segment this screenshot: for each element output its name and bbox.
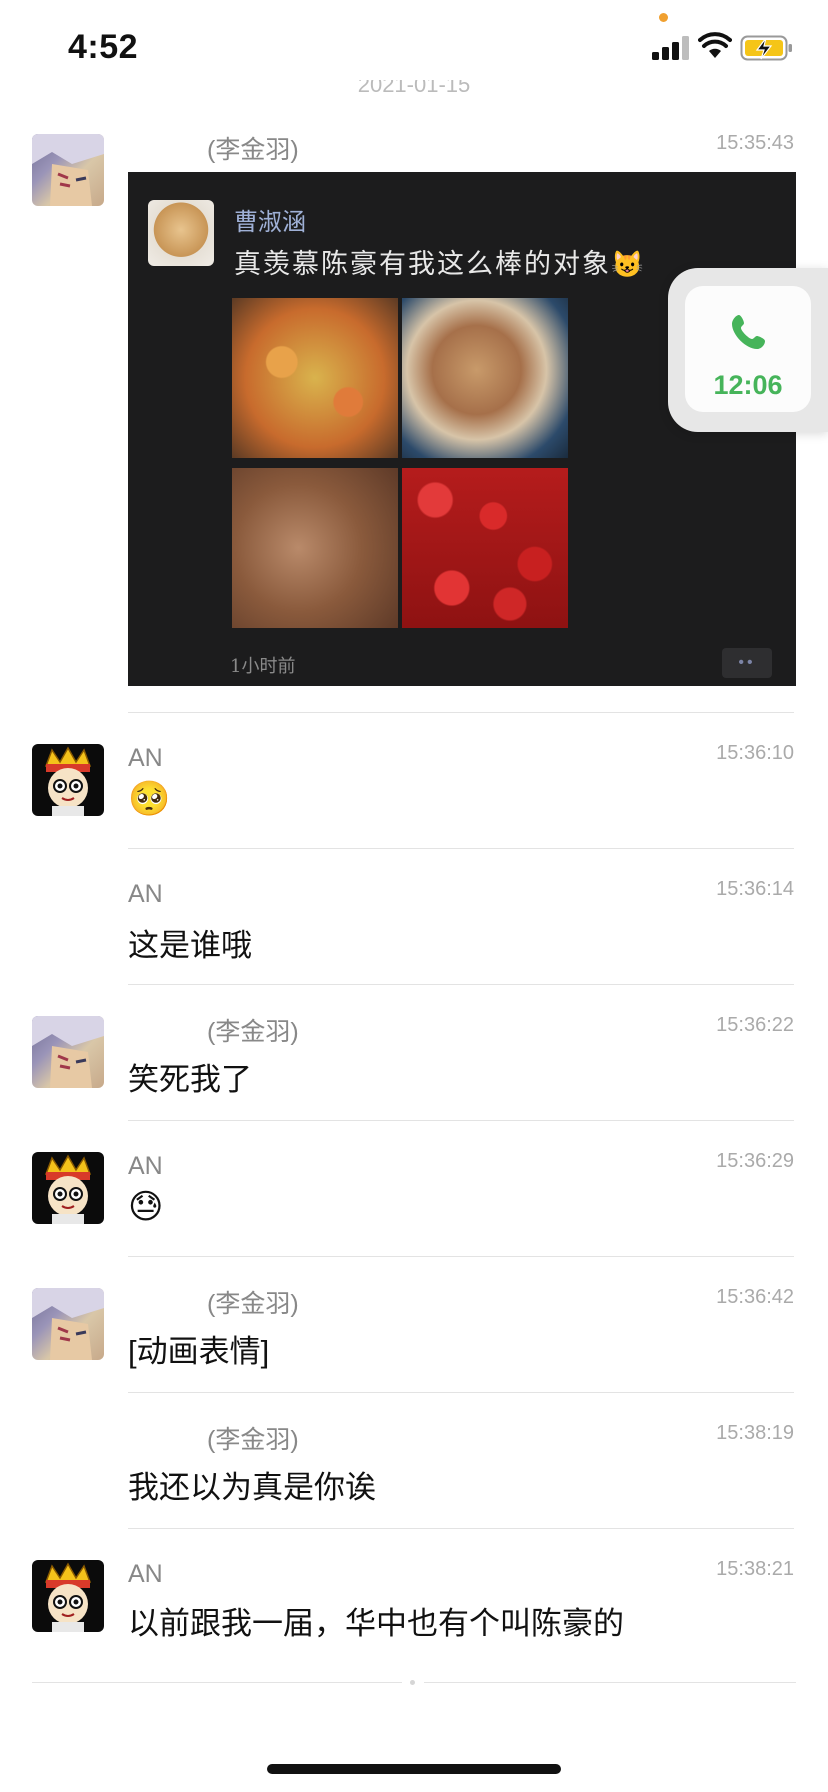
sender-name: (李金羽)	[207, 1018, 299, 1046]
floating-call-widget[interactable]: 12:06	[668, 268, 828, 432]
anime-avatar-icon	[32, 1288, 104, 1360]
mic-indicator-dot	[659, 13, 668, 22]
cellular-signal-icon	[652, 36, 689, 60]
message-divider	[128, 984, 794, 985]
message-timestamp: 15:35:43	[716, 132, 794, 154]
avatar[interactable]	[32, 1016, 104, 1088]
screenshot-post-time: 1小时前	[230, 656, 296, 677]
message-text: 笑死我了	[128, 1062, 252, 1097]
list-end-divider	[424, 1682, 796, 1683]
wifi-icon	[698, 32, 732, 58]
message-timestamp: 15:36:14	[716, 878, 794, 900]
avatar[interactable]	[32, 1152, 104, 1224]
list-end-dot	[410, 1680, 415, 1685]
anime-avatar-icon	[32, 1016, 104, 1088]
sender-name: AN	[128, 880, 163, 908]
battery-charging-icon	[740, 35, 792, 61]
food-photo-strawberries	[402, 468, 568, 628]
sweat-face-emoji: 😓	[128, 1188, 164, 1226]
avatar[interactable]	[32, 1560, 104, 1632]
message-timestamp: 15:36:10	[716, 742, 794, 764]
avatar[interactable]	[32, 134, 104, 206]
screenshot-sender-name: 曹淑涵	[234, 208, 306, 236]
more-options-icon: ••	[722, 648, 772, 678]
list-end-divider	[32, 1682, 402, 1683]
food-photo-meat	[232, 468, 398, 628]
cartoon-avatar-icon	[44, 746, 92, 816]
screenshot-post-text: 真羡慕陈豪有我这么棒的对象😺	[234, 249, 646, 280]
pleading-face-emoji: 🥺	[128, 780, 171, 818]
message-text: 以前跟我一届，华中也有个叫陈豪的	[128, 1606, 624, 1641]
sender-name: AN	[128, 1560, 163, 1588]
avatar[interactable]	[32, 744, 104, 816]
message-text: 这是谁哦	[128, 928, 252, 963]
date-separator: 2021-01-15	[357, 80, 471, 97]
message-timestamp: 15:38:21	[716, 1558, 794, 1580]
message-timestamp: 15:36:22	[716, 1014, 794, 1036]
message-timestamp: 15:38:19	[716, 1422, 794, 1444]
dog-avatar	[148, 200, 214, 266]
anime-avatar-icon	[32, 134, 104, 206]
status-time: 4:52	[68, 28, 139, 66]
sender-name: AN	[128, 744, 163, 772]
message-text: [动画表情]	[128, 1334, 270, 1369]
message-divider	[128, 1120, 794, 1121]
message-divider	[128, 712, 794, 713]
message-divider	[128, 848, 794, 849]
cat-emoji-icon: 😺	[611, 250, 646, 280]
sender-name: (李金羽)	[207, 1426, 299, 1454]
sender-name: (李金羽)	[207, 136, 299, 164]
message-divider	[128, 1256, 794, 1257]
message-timestamp: 15:36:42	[716, 1286, 794, 1308]
call-duration: 12:06	[713, 370, 783, 400]
message-text: 我还以为真是你诶	[128, 1470, 376, 1505]
call-widget-card[interactable]: 12:06	[685, 286, 811, 412]
message-timestamp: 15:36:29	[716, 1150, 794, 1172]
sender-name: AN	[128, 1152, 163, 1180]
sender-name: (李金羽)	[207, 1290, 299, 1318]
message-divider	[128, 1392, 794, 1393]
cartoon-avatar-icon	[44, 1562, 92, 1632]
cartoon-avatar-icon	[44, 1154, 92, 1224]
avatar[interactable]	[32, 1288, 104, 1360]
home-indicator[interactable]	[267, 1764, 561, 1774]
food-photo-chicken	[402, 298, 568, 458]
phone-icon	[732, 315, 765, 349]
message-divider	[128, 1528, 794, 1529]
food-photo-tomato-egg	[232, 298, 398, 458]
